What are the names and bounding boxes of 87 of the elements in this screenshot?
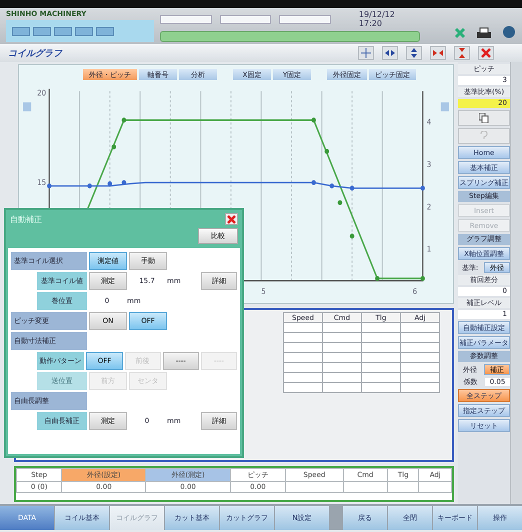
- tool-button[interactable]: [430, 46, 446, 60]
- copy-icon: [479, 113, 489, 123]
- data-point: [122, 180, 126, 186]
- axis-label: 3: [426, 160, 432, 170]
- table-cell: [322, 382, 362, 392]
- axis-label: 15: [37, 177, 46, 187]
- screen-title: コイルグラフ: [8, 48, 64, 60]
- axis-label: 6: [412, 286, 418, 296]
- table-cell: [343, 482, 388, 492]
- data-point: [312, 118, 316, 123]
- data-point: [87, 183, 92, 188]
- tool-button[interactable]: [406, 46, 422, 60]
- close-icon: [227, 214, 236, 224]
- table-cell: [400, 332, 440, 342]
- small-button[interactable]: [12, 26, 30, 36]
- axis-label: 2: [426, 202, 432, 212]
- data-point: [112, 144, 116, 150]
- tool-button[interactable]: [454, 46, 470, 60]
- data-point: [375, 276, 380, 281]
- table-cell: [362, 322, 400, 332]
- table-cell: [284, 342, 322, 352]
- data-point: [312, 180, 316, 186]
- table-cell: [284, 352, 322, 362]
- axis-label: 5: [261, 286, 266, 296]
- dialog-title: 自動補正: [10, 214, 42, 224]
- small-button[interactable]: [54, 26, 72, 36]
- zoom-tool-button[interactable]: [358, 46, 374, 60]
- table-cell: [418, 482, 452, 492]
- inward-arrows-icon: [433, 50, 443, 56]
- data-point: [330, 183, 334, 188]
- table-cell: [322, 322, 362, 332]
- data-point: [108, 181, 112, 186]
- crosshair-icon: [361, 48, 371, 58]
- date-time: 19/12/12 17:20: [358, 10, 396, 28]
- table-cell: [400, 372, 440, 382]
- tool-button[interactable]: [478, 46, 494, 60]
- table-cell: [400, 352, 440, 362]
- table-cell: [400, 342, 440, 352]
- table-cell: [284, 382, 322, 392]
- data-point: [324, 148, 330, 154]
- table-cell: [286, 482, 344, 492]
- table-cell: [322, 372, 362, 382]
- table-cell: [322, 362, 362, 372]
- small-button[interactable]: [96, 26, 114, 36]
- table-cell: [322, 332, 362, 342]
- small-button[interactable]: [33, 26, 51, 36]
- table-cell: [387, 482, 419, 492]
- close-button[interactable]: [225, 213, 238, 225]
- question-icon: [480, 131, 488, 141]
- data-point: [420, 276, 425, 281]
- icon-button[interactable]: [458, 110, 510, 126]
- table-cell: [362, 332, 400, 342]
- header-field: [279, 14, 331, 24]
- table-cell: [362, 372, 400, 382]
- axis-label: 20: [37, 88, 46, 98]
- data-point: [350, 234, 354, 239]
- table-cell: [362, 352, 400, 362]
- close-icon: [481, 48, 491, 58]
- table-cell: [284, 332, 322, 342]
- table-cell: [322, 352, 362, 362]
- printer-icon[interactable]: [476, 27, 492, 39]
- table-cell: [362, 362, 400, 372]
- vertical-arrows-icon: [411, 48, 417, 58]
- scroll-bar[interactable]: [510, 62, 522, 504]
- horizontal-arrows-icon: [385, 50, 395, 56]
- table-cell: [362, 342, 400, 352]
- data-point: [420, 186, 425, 191]
- table-cell: [284, 322, 322, 332]
- table-cell: [400, 362, 440, 372]
- data-point: [350, 186, 354, 191]
- axis-label: 4: [426, 117, 432, 127]
- globe-icon[interactable]: [502, 25, 516, 39]
- table-cell: [284, 372, 322, 382]
- tool-button[interactable]: [382, 46, 398, 60]
- small-button[interactable]: [75, 26, 93, 36]
- vertical-inward-arrows-icon: [459, 48, 465, 58]
- data-point: [122, 118, 126, 123]
- header-field: [160, 14, 212, 24]
- table-cell: [362, 382, 400, 392]
- data-point: [338, 200, 342, 206]
- table-cell: [284, 362, 322, 372]
- axis-label: 1: [426, 244, 432, 254]
- header-field: [220, 14, 272, 24]
- table-cell: [322, 342, 362, 352]
- table-cell: [400, 382, 440, 392]
- data-point: [47, 183, 52, 188]
- table-cell: [400, 322, 440, 332]
